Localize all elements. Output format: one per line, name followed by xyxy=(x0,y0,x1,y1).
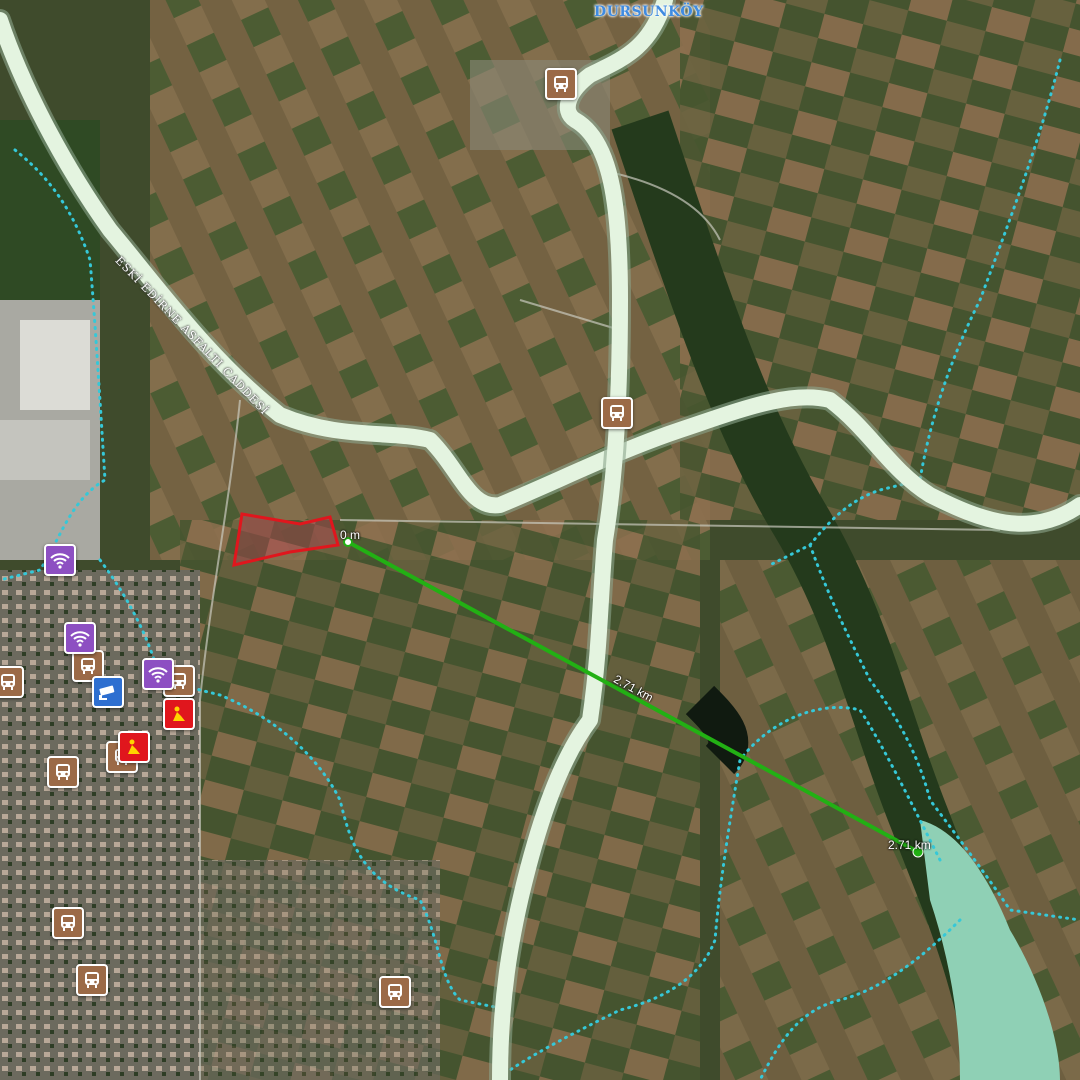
bus-icon xyxy=(61,915,75,931)
measure-start-label: 0 m xyxy=(340,528,361,542)
measure-end-label: 2.71 km xyxy=(888,838,931,852)
map-view[interactable]: DURSUNKÖY ESKİ EDİRNE ASFALTI CADDESİ 0 … xyxy=(0,0,1080,1080)
district-boundaries xyxy=(0,58,1080,1080)
bus-icon xyxy=(85,972,99,988)
bus-icon xyxy=(388,984,402,1000)
bus-stop-marker[interactable] xyxy=(379,976,411,1016)
roadwork-marker[interactable] xyxy=(163,698,195,738)
wifi-icon xyxy=(148,667,168,683)
map-overlays xyxy=(0,0,1080,1080)
place-label: DURSUNKÖY xyxy=(594,4,704,20)
worker-warning-icon xyxy=(173,706,185,721)
main-roads xyxy=(0,0,1080,1080)
wifi-icon xyxy=(50,553,70,569)
wifi-marker[interactable] xyxy=(44,544,76,584)
bus-stop-marker[interactable] xyxy=(47,756,79,796)
wifi-icon xyxy=(70,631,90,647)
bus-icon xyxy=(56,764,70,780)
bus-stop-marker[interactable] xyxy=(76,964,108,1004)
wifi-marker[interactable] xyxy=(142,658,174,698)
bus-icon xyxy=(610,405,624,421)
selected-parcel[interactable] xyxy=(232,512,340,567)
camera-icon xyxy=(99,685,115,700)
bus-icon xyxy=(1,674,15,690)
bus-stop-marker[interactable] xyxy=(52,907,84,947)
bus-icon xyxy=(554,76,568,92)
camera-marker[interactable] xyxy=(92,676,124,716)
bus-stop-marker[interactable] xyxy=(0,666,24,706)
bus-stop-marker[interactable] xyxy=(601,397,633,437)
bus-icon xyxy=(81,658,95,674)
wifi-marker[interactable] xyxy=(64,622,96,662)
measurement-line xyxy=(347,540,919,854)
bus-stop-marker[interactable] xyxy=(545,68,577,108)
worker-warning-icon xyxy=(128,739,140,754)
roadwork-marker[interactable] xyxy=(118,731,150,771)
